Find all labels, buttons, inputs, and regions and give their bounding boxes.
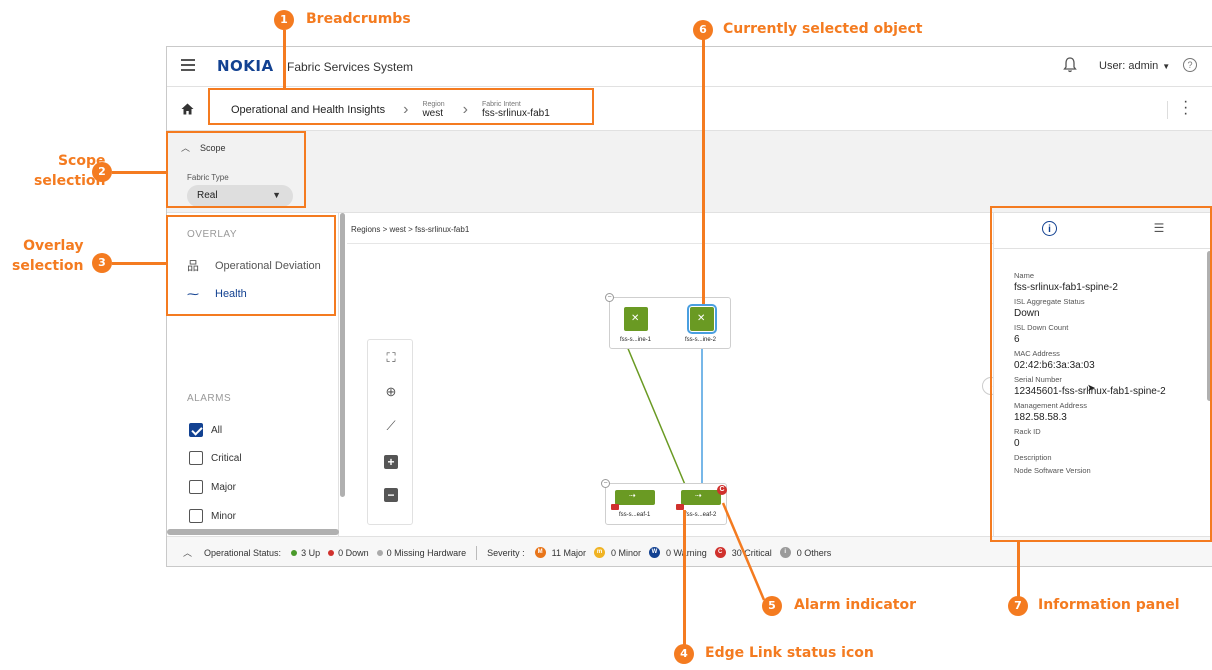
annotation-number: 3: [92, 253, 112, 273]
annotation-label: Edge Link status icon: [705, 645, 874, 661]
leaf-node-label: fss-s...eaf-1: [619, 512, 651, 518]
spine-node-label: fss-s...ine-2: [685, 337, 717, 343]
minor-badge-icon: m: [594, 547, 605, 558]
leaf-node-label: fss-s...eaf-2: [685, 512, 717, 518]
user-label: User: admin: [1099, 60, 1159, 72]
alarm-filter-label: Major: [211, 481, 237, 493]
checkbox-checked-icon[interactable]: [189, 423, 203, 437]
severity-major-text: 11 Major: [551, 547, 586, 558]
alarm-filter-critical[interactable]: Critical: [189, 451, 242, 465]
annotation-box-breadcrumbs: [208, 88, 594, 125]
annotation-line: [112, 171, 166, 174]
status-down-text: 0 Down: [338, 547, 369, 558]
annotation-line: [683, 510, 686, 646]
leaf-node-2[interactable]: ⇢: [681, 490, 721, 505]
switch-icon: ✕: [697, 313, 706, 324]
warning-badge-icon: W: [649, 547, 661, 558]
divider: [1167, 101, 1168, 119]
severity-others[interactable]: i 0 Others: [779, 547, 832, 558]
horizontal-scrollbar[interactable]: [167, 529, 339, 535]
severity-others-text: 0 Others: [796, 547, 832, 558]
status-missing-text: 0 Missing Hardware: [386, 547, 467, 558]
annotation-label: Currently selected object: [723, 21, 923, 37]
annotation-line: [283, 30, 286, 88]
alarm-indicator[interactable]: C: [717, 485, 727, 495]
severity-major[interactable]: M 11 Major: [534, 547, 586, 558]
annotation-number: 7: [1008, 596, 1028, 616]
annotation-line: [721, 502, 766, 601]
annotation-box-info-panel: [990, 206, 1212, 542]
top-bar: NOKIA Fabric Services System User: admin…: [167, 47, 1212, 87]
app-title: Fabric Services System: [287, 60, 414, 74]
chevron-up-icon[interactable]: ︿: [183, 546, 192, 559]
edge-link-status-icon[interactable]: [611, 504, 619, 510]
severity-label: Severity :: [487, 547, 525, 558]
scope-section: ︿ Scope Fabric Type Real ▼: [167, 131, 1212, 213]
annotation-line: [1017, 542, 1020, 598]
annotation-box-scope: [166, 131, 306, 208]
severity-minor[interactable]: m 0 Minor: [594, 547, 641, 558]
switch-icon: ⇢: [629, 491, 636, 500]
vertical-scrollbar[interactable]: [339, 213, 347, 497]
alarm-filter-label: All: [211, 424, 223, 436]
notification-bell-icon[interactable]: [1063, 57, 1077, 73]
severity-minor-text: 0 Minor: [611, 547, 642, 558]
annotation-line: [112, 262, 166, 265]
alarm-filter-label: Critical: [211, 452, 242, 464]
alarm-filter-label: Minor: [211, 510, 237, 522]
annotation-line: [702, 36, 705, 304]
help-icon[interactable]: ?: [1183, 58, 1197, 72]
alarm-filter-minor[interactable]: Minor: [189, 509, 236, 523]
spine-node-1[interactable]: ✕: [624, 307, 648, 331]
annotation-label: Information panel: [1038, 597, 1180, 613]
severity-warning-text: 0 Warning: [666, 547, 707, 558]
major-badge-icon: M: [534, 547, 546, 558]
others-badge-icon: i: [779, 547, 791, 558]
divider: [476, 545, 478, 560]
checkbox-icon[interactable]: [189, 509, 203, 523]
alarm-filter-all[interactable]: All: [189, 423, 222, 437]
annotation-label: Breadcrumbs: [306, 11, 411, 27]
topology-canvas[interactable]: Regions > west > fss-srlinux-fab1 ⛶ ⊕ ⟋ …: [347, 213, 993, 536]
switch-icon: ⇢: [695, 491, 702, 500]
checkbox-icon[interactable]: [189, 480, 203, 494]
collapse-group-icon[interactable]: −: [601, 479, 610, 488]
annotated-screenshot: NOKIA Fabric Services System User: admin…: [0, 0, 1212, 670]
nokia-logo: NOKIA: [217, 57, 274, 75]
annotation-number: 6: [693, 20, 713, 40]
annotation-label: Overlay selection: [12, 238, 84, 274]
annotation-box-overlay: [166, 215, 336, 316]
alarms-title: ALARMS: [187, 393, 232, 404]
grey-dot-icon: [376, 549, 383, 556]
chevron-down-icon: ▼: [1162, 62, 1171, 71]
collapse-group-icon[interactable]: −: [605, 293, 614, 302]
status-up: 3 Up: [291, 548, 320, 558]
annotation-number: 4: [674, 644, 694, 664]
leaf-node-1[interactable]: ⇢: [615, 490, 655, 505]
alarm-filter-major[interactable]: Major: [189, 480, 236, 494]
annotation-number: 5: [762, 596, 782, 616]
home-icon[interactable]: [181, 103, 194, 115]
severity-warning[interactable]: W 0 Warning: [649, 547, 707, 558]
operational-status-label: Operational Status:: [204, 547, 282, 558]
red-dot-icon: [328, 549, 335, 556]
user-menu[interactable]: User: admin ▼: [1099, 60, 1170, 72]
status-down: 0 Down: [328, 548, 369, 558]
switch-icon: ✕: [631, 313, 640, 324]
spine-node-label: fss-s...ine-1: [620, 337, 652, 343]
spine-node-2-selected[interactable]: ✕: [687, 304, 717, 334]
green-dot-icon: [291, 549, 298, 556]
hamburger-menu-icon[interactable]: [181, 59, 195, 71]
more-options-icon[interactable]: · · ·: [1183, 94, 1188, 122]
link-spine1-leaf2[interactable]: [623, 338, 687, 488]
annotation-number: 1: [274, 10, 294, 30]
checkbox-icon[interactable]: [189, 451, 203, 465]
annotation-label: Alarm indicator: [794, 597, 916, 613]
status-missing: 0 Missing Hardware: [376, 547, 467, 558]
annotation-label: Scope selection: [34, 153, 106, 189]
status-up-text: 3 Up: [301, 547, 321, 558]
